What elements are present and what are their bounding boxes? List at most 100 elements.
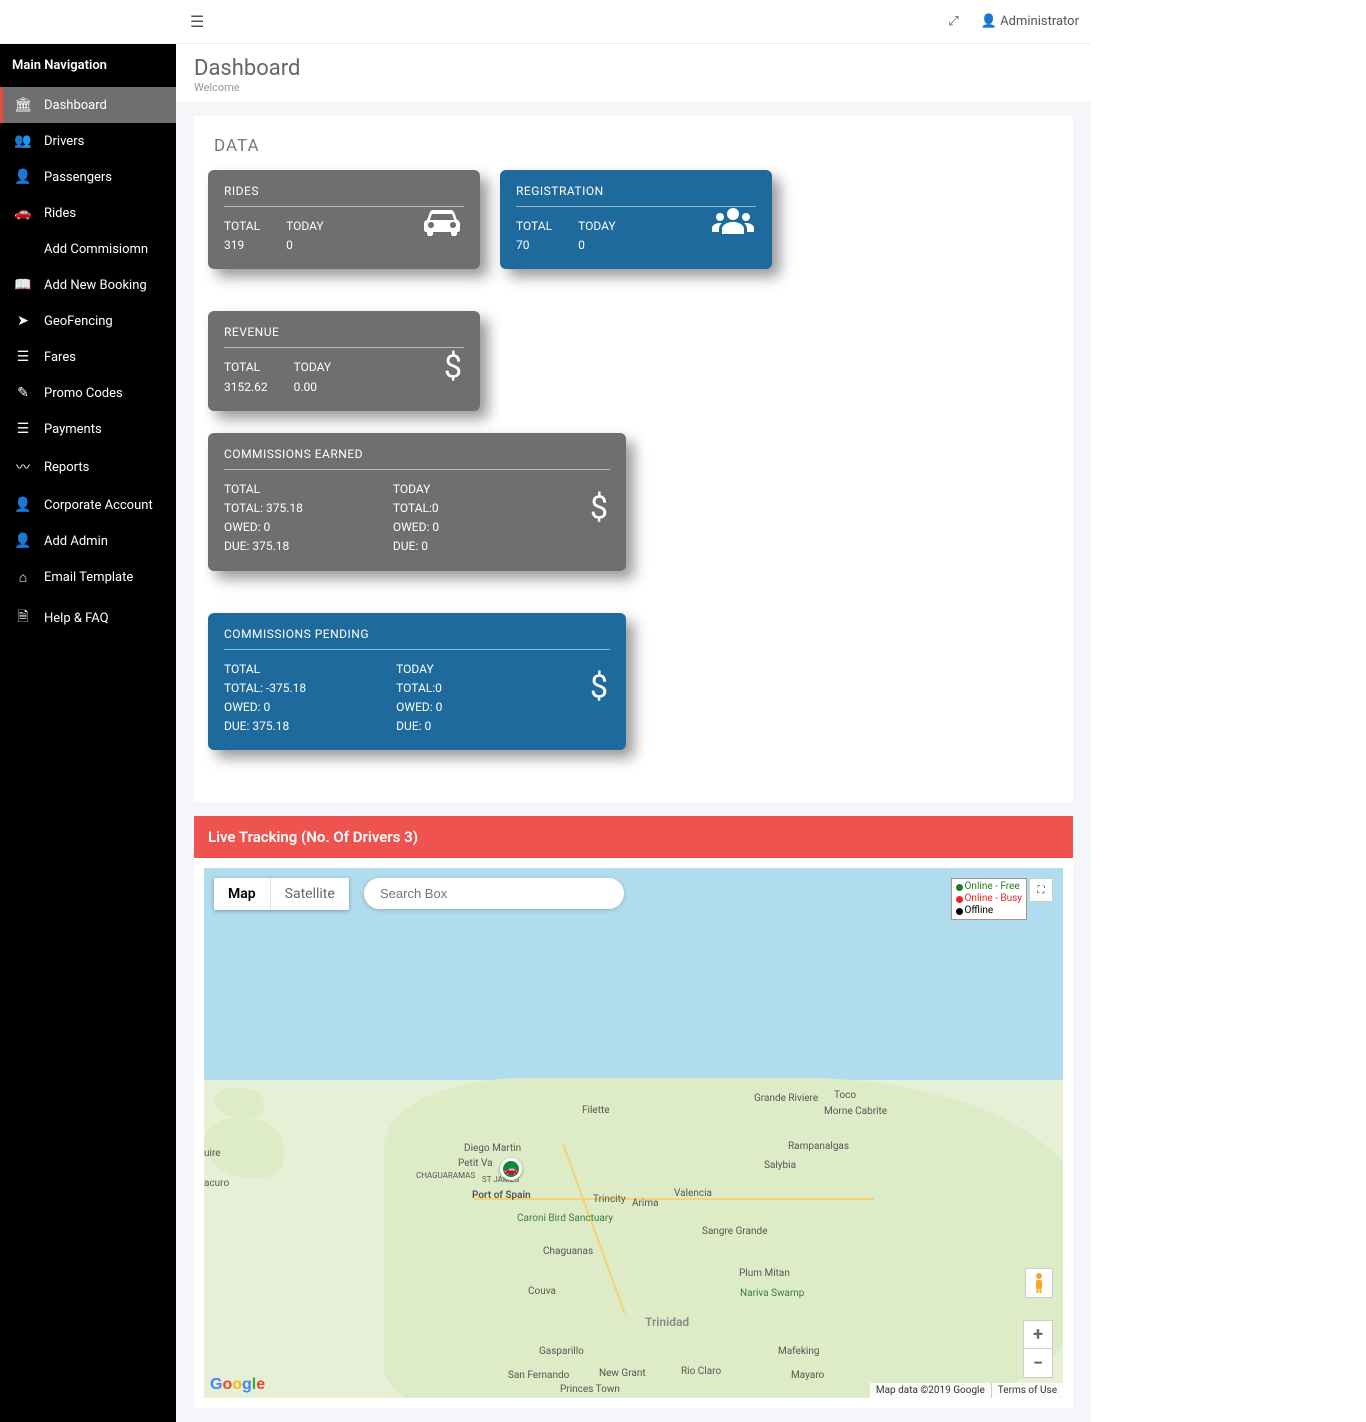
zoom-in-button[interactable]: + bbox=[1024, 1321, 1052, 1349]
stat-line: TODAY bbox=[393, 480, 439, 499]
map-label: Caroni Bird Sanctuary bbox=[517, 1213, 613, 1224]
user-icon: 👤 bbox=[14, 169, 32, 185]
stat-value: 70 bbox=[516, 236, 552, 255]
map-fullscreen-button[interactable]: ⛶ bbox=[1029, 878, 1053, 902]
nav-add-admin[interactable]: 👤 Add Admin bbox=[0, 523, 176, 559]
nav-add-commission[interactable]: •Add Commisiomn bbox=[0, 231, 176, 267]
edit-icon: ✎ bbox=[14, 385, 32, 401]
map-label: Toco bbox=[834, 1090, 856, 1101]
nav-label: Add Commisiomn bbox=[44, 242, 148, 257]
user-name: Administrator bbox=[1000, 14, 1079, 29]
map-tab-satellite[interactable]: Satellite bbox=[271, 878, 349, 910]
car-icon bbox=[422, 206, 462, 246]
map-search-input[interactable] bbox=[364, 878, 624, 909]
dollar-icon: $ bbox=[590, 668, 608, 706]
expand-icon[interactable]: ⤢ bbox=[948, 14, 958, 29]
data-panel: DATA RIDES TOTAL319 TODAY0 REGISTRATION bbox=[194, 116, 1073, 802]
nav-drivers[interactable]: 👥Drivers bbox=[0, 123, 176, 159]
nav-promo-codes[interactable]: ✎ Promo Codes bbox=[0, 375, 176, 411]
driver-marker[interactable]: 🚗 bbox=[500, 1158, 522, 1180]
map-label: Petit Va bbox=[458, 1158, 493, 1169]
map-label: Princes Town bbox=[560, 1384, 620, 1395]
card-title: REVENUE bbox=[224, 325, 464, 348]
map-tab-map[interactable]: Map bbox=[214, 878, 271, 910]
nav-label: Corporate Account bbox=[44, 498, 153, 513]
map-label: Morne Cabrite bbox=[824, 1106, 887, 1117]
nav-label: Email Template bbox=[44, 570, 133, 585]
nav-label: Drivers bbox=[44, 134, 84, 149]
map-label: Gasparillo bbox=[539, 1346, 584, 1357]
map-legend: Online - Free Online - Busy Offline bbox=[951, 878, 1027, 920]
map-label: Chaguanas bbox=[543, 1246, 593, 1257]
stat-line: TOTAL:0 bbox=[396, 679, 442, 698]
legend-label: Offline bbox=[965, 905, 994, 917]
map-label: New Grant bbox=[599, 1368, 646, 1379]
nav-email-template[interactable]: ⌂Email Template bbox=[0, 559, 176, 596]
menu-toggle-icon[interactable]: ☰ bbox=[190, 12, 204, 31]
stack-icon: ☰ bbox=[14, 421, 32, 437]
map-terms-link[interactable]: Terms of Use bbox=[991, 1383, 1063, 1398]
nav-rides[interactable]: 🚗Rides bbox=[0, 195, 176, 231]
map-attrib-text: Map data ©2019 Google bbox=[870, 1383, 991, 1398]
stat-label: TOTAL bbox=[224, 358, 268, 377]
map-label: Rio Claro bbox=[681, 1366, 721, 1377]
map-label: Filette bbox=[582, 1105, 610, 1116]
stat-value: 319 bbox=[224, 236, 260, 255]
nav-label: Dashboard bbox=[44, 98, 107, 113]
nav-label: Promo Codes bbox=[44, 386, 123, 401]
page-subtitle: Welcome bbox=[194, 81, 1073, 94]
nav-passengers[interactable]: 👤 Passengers bbox=[0, 159, 176, 195]
zoom-out-button[interactable]: − bbox=[1024, 1349, 1052, 1377]
card-commissions-earned[interactable]: COMMISSIONS EARNED TOTAL TOTAL: 375.18 O… bbox=[208, 433, 626, 571]
nav-geofencing[interactable]: ➤ GeoFencing bbox=[0, 303, 176, 339]
card-rides[interactable]: RIDES TOTAL319 TODAY0 bbox=[208, 170, 480, 269]
nav-payments[interactable]: ☰Payments bbox=[0, 411, 176, 447]
nav-label: GeoFencing bbox=[44, 314, 113, 329]
users-icon bbox=[712, 206, 754, 246]
stat-line: OWED: 0 bbox=[393, 518, 439, 537]
nav-label: Fares bbox=[44, 350, 76, 365]
map-attribution: Map data ©2019 GoogleTerms of Use bbox=[870, 1383, 1063, 1398]
map-label: Diego Martin bbox=[464, 1143, 521, 1154]
nav-dashboard[interactable]: 🏛 Dashboard bbox=[0, 87, 176, 123]
stat-line: TOTAL bbox=[224, 660, 306, 679]
chart-icon: 〰 bbox=[14, 457, 32, 477]
stat-line: OWED: 0 bbox=[396, 698, 442, 717]
google-logo: Google bbox=[210, 1376, 265, 1394]
stat-line: TODAY bbox=[396, 660, 442, 679]
nav-label: Passengers bbox=[44, 170, 112, 185]
stat-label: TODAY bbox=[286, 217, 324, 236]
sidebar: Main Navigation 🏛Dashboard 👥Drivers 👤Pas… bbox=[0, 44, 176, 1422]
nav-fares[interactable]: ☰ Fares bbox=[0, 339, 176, 375]
map-label: Sangre Grande bbox=[702, 1226, 768, 1237]
stat-label: TODAY bbox=[578, 217, 616, 236]
stat-label: TOTAL bbox=[516, 217, 552, 236]
user-menu[interactable]: 👤 Administrator bbox=[981, 14, 1079, 29]
page-head: Dashboard Welcome bbox=[176, 44, 1091, 102]
nav-corporate-account[interactable]: 👤Corporate Account bbox=[0, 487, 176, 523]
nav-reports[interactable]: 〰Reports bbox=[0, 447, 176, 487]
institution-icon: 🏛 bbox=[14, 97, 32, 113]
map-label: Mafeking bbox=[778, 1346, 819, 1357]
card-registration[interactable]: REGISTRATION TOTAL70 TODAY0 bbox=[500, 170, 772, 269]
topbar: ☰ ⤢ 👤 Administrator bbox=[0, 0, 1091, 44]
location-icon: ➤ bbox=[14, 313, 32, 329]
stat-label: TOTAL bbox=[224, 217, 260, 236]
stat-label: TODAY bbox=[294, 358, 332, 377]
nav-label: Add Admin bbox=[44, 534, 108, 549]
user-icon: 👤 bbox=[14, 533, 32, 549]
stack-icon: ☰ bbox=[14, 349, 32, 365]
car-icon: 🚗 bbox=[14, 205, 32, 221]
nav-help-faq[interactable]: 🗎Help & FAQ bbox=[0, 596, 176, 640]
map[interactable]: Port of Spain Trincity Arima Valencia Sa… bbox=[204, 868, 1063, 1398]
stat-value: 0 bbox=[578, 236, 616, 255]
map-zoom-controls: + − bbox=[1023, 1320, 1053, 1378]
card-commissions-pending[interactable]: COMMISSIONS PENDING TOTAL TOTAL: -375.18… bbox=[208, 613, 626, 751]
map-label: Plum Mitan bbox=[739, 1268, 790, 1279]
map-type-tabs: Map Satellite bbox=[214, 878, 349, 910]
book-icon: 📖 bbox=[14, 277, 32, 293]
nav-add-booking[interactable]: 📖Add New Booking bbox=[0, 267, 176, 303]
card-revenue[interactable]: REVENUE TOTAL3152.62 TODAY0.00 $ bbox=[208, 311, 480, 410]
card-title: COMMISSIONS EARNED bbox=[224, 447, 610, 470]
streetview-pegman[interactable] bbox=[1025, 1268, 1053, 1298]
